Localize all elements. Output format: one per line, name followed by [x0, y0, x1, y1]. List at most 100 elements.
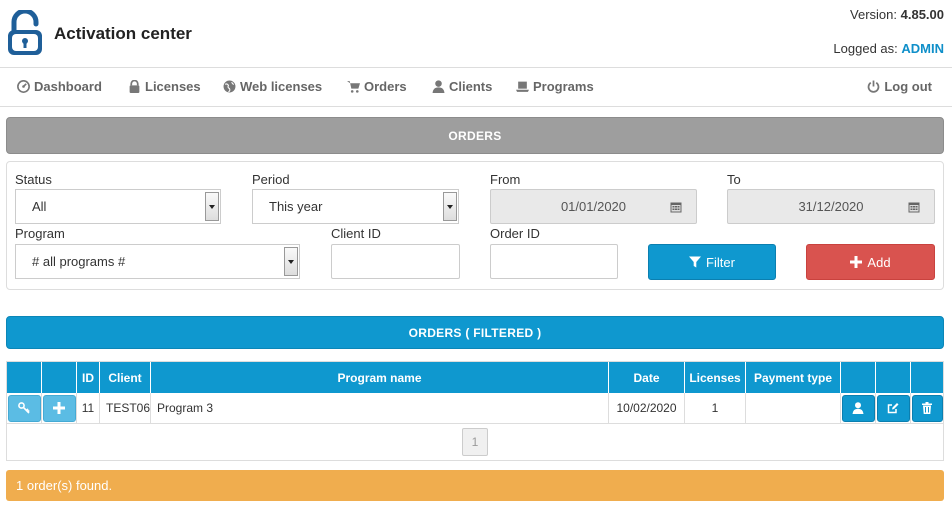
header-date[interactable]: Date: [609, 362, 685, 393]
version-number: 4.85.00: [900, 7, 944, 22]
logout-link[interactable]: Log out: [867, 79, 932, 94]
header-program-name[interactable]: Program name: [151, 362, 609, 393]
header-action-3: [841, 362, 876, 393]
nav-programs[interactable]: Programs: [516, 79, 594, 94]
logout-label: Log out: [884, 79, 932, 94]
header-licenses[interactable]: Licenses: [685, 362, 746, 393]
from-date-input[interactable]: 01/01/2020: [490, 189, 697, 224]
filter-button[interactable]: Filter: [648, 244, 776, 280]
client-id-label: Client ID: [331, 226, 381, 241]
user-icon: [852, 402, 864, 414]
row-action-cell: [911, 393, 943, 423]
header-action-4: [876, 362, 911, 393]
calendar-icon: [670, 202, 682, 213]
nav-clients-label: Clients: [449, 79, 493, 94]
nav-dashboard-label: Dashboard: [34, 79, 102, 94]
header-client[interactable]: Client: [100, 362, 151, 393]
orders-table: ID Client Program name Date Licenses Pay…: [6, 361, 944, 461]
version-info: Version: 4.85.00: [850, 7, 944, 22]
edit-order-button[interactable]: [876, 394, 910, 422]
power-icon: [868, 80, 880, 93]
to-date-value: 31/12/2020: [798, 199, 864, 214]
cell-id: 11: [77, 393, 100, 423]
order-id-input[interactable]: [490, 244, 618, 279]
funnel-icon: [689, 256, 702, 268]
page-button[interactable]: 1: [462, 428, 488, 456]
trash-icon: [922, 402, 932, 414]
plus-icon: [850, 256, 863, 268]
from-label: From: [490, 172, 521, 187]
main-nav: Dashboard Licenses Web licenses Orders C…: [0, 68, 952, 107]
to-date-input[interactable]: 31/12/2020: [727, 189, 935, 224]
header-action-5: [911, 362, 943, 393]
nav-web-licenses-label: Web licenses: [240, 79, 323, 94]
logged-user-info: Logged as: ADMIN: [833, 41, 944, 56]
results-panel-heading: ORDERS ( FILTERED ): [6, 316, 944, 349]
results-count-alert: 1 order(s) found.: [6, 470, 944, 501]
delete-order-button[interactable]: [911, 394, 943, 422]
add-license-button[interactable]: [42, 394, 76, 422]
chevron-down-icon: [443, 192, 457, 221]
calendar-icon: [908, 202, 920, 213]
padlock-logo-icon: [8, 10, 42, 55]
header-payment-type[interactable]: Payment type: [746, 362, 841, 393]
cell-date: 10/02/2020: [609, 393, 685, 423]
add-order-button[interactable]: Add: [806, 244, 935, 280]
period-select-value: This year: [269, 199, 323, 214]
nav-clients[interactable]: Clients: [432, 79, 492, 94]
to-label: To: [727, 172, 741, 187]
globe-icon: [223, 80, 236, 93]
status-label: Status: [15, 172, 52, 187]
from-date-value: 01/01/2020: [560, 199, 627, 214]
row-action-cell: [876, 393, 911, 423]
order-id-label: Order ID: [490, 226, 540, 241]
row-action-cell: [841, 393, 876, 423]
key-icon: [18, 402, 30, 414]
orders-panel-heading: ORDERS: [6, 117, 944, 154]
logged-user-link[interactable]: ADMIN: [901, 41, 944, 56]
client-id-input[interactable]: [331, 244, 460, 279]
table-row: 11 TEST06 Program 3 10/02/2020 1: [7, 393, 943, 424]
add-button-label: Add: [867, 254, 891, 270]
version-label: Version:: [850, 7, 897, 22]
program-label: Program: [15, 226, 65, 241]
chevron-down-icon: [284, 247, 298, 276]
logged-label: Logged as:: [833, 41, 898, 56]
period-label: Period: [252, 172, 290, 187]
status-select[interactable]: All: [15, 189, 221, 224]
table-header: ID Client Program name Date Licenses Pay…: [7, 362, 943, 393]
program-select[interactable]: # all programs #: [15, 244, 300, 279]
edit-icon: [887, 403, 899, 414]
row-action-cell: [42, 393, 77, 423]
view-client-button[interactable]: [841, 394, 875, 422]
nav-licenses[interactable]: Licenses: [128, 79, 201, 94]
chevron-down-icon: [205, 192, 219, 221]
nav-programs-label: Programs: [533, 79, 594, 94]
app-title: Activation center: [54, 24, 192, 43]
cell-client: TEST06: [100, 393, 151, 423]
cell-program-name: Program 3: [151, 393, 609, 423]
header-action-2: [42, 362, 77, 393]
pagination: 1: [7, 424, 943, 460]
nav-orders[interactable]: Orders: [347, 79, 407, 94]
dashboard-icon: [17, 80, 30, 93]
row-action-cell: [7, 393, 42, 423]
licenses-key-button[interactable]: [7, 394, 41, 422]
period-select[interactable]: This year: [252, 189, 459, 224]
program-select-value: # all programs #: [32, 254, 126, 269]
header-id[interactable]: ID: [77, 362, 100, 393]
nav-dashboard[interactable]: Dashboard: [17, 79, 102, 94]
cell-payment-type: [746, 393, 841, 423]
cell-licenses: 1: [685, 393, 746, 423]
nav-orders-label: Orders: [364, 79, 407, 94]
laptop-icon: [516, 81, 529, 92]
filter-button-label: Filter: [706, 254, 735, 270]
lock-icon: [129, 80, 140, 93]
nav-web-licenses[interactable]: Web licenses: [223, 79, 322, 94]
header: Activation center Version: 4.85.00 Logge…: [0, 0, 952, 68]
nav-licenses-label: Licenses: [145, 79, 201, 94]
plus-icon: [53, 402, 65, 414]
header-action-1: [7, 362, 42, 393]
status-select-value: All: [32, 199, 47, 214]
user-icon: [432, 80, 445, 93]
